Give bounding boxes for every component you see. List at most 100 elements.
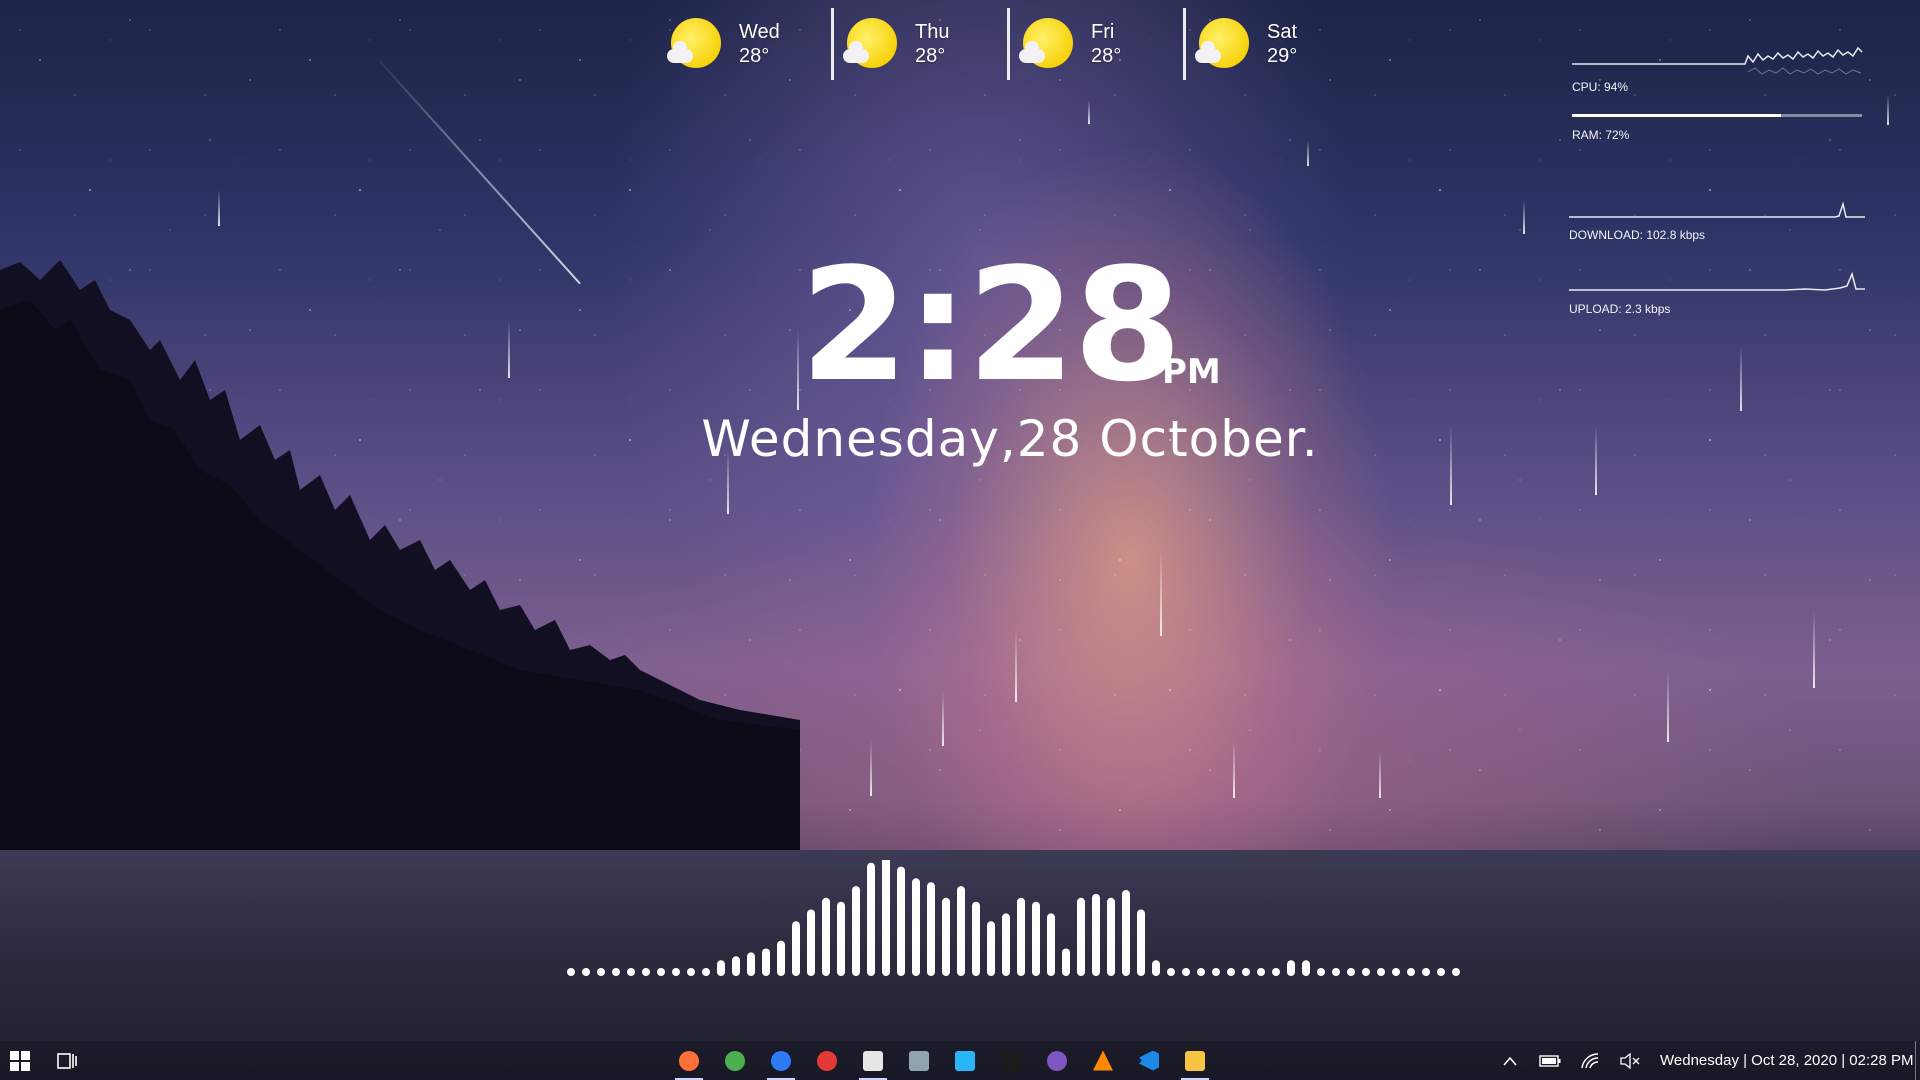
visualizer-bar [1407,968,1415,976]
visualizer-bar [927,882,935,976]
ram-bar [1572,114,1862,117]
calculator-icon [909,1050,929,1071]
battery-icon[interactable] [1530,1041,1570,1080]
visualizer-bar [1452,968,1460,976]
taskbar-app-file-explorer[interactable] [1172,1041,1218,1080]
rain-streak [1233,740,1235,798]
upload-label: UPLOAD: 2.3 kbps [1569,302,1671,316]
clock-ampm: PM [1162,352,1221,392]
notepad-icon [863,1050,883,1071]
rain-streak [870,740,872,796]
visualizer-bar [612,968,620,976]
weather-day-name: Sat [1267,21,1298,43]
visualizer-bar [1257,968,1265,976]
visualizer-bar [942,897,950,976]
download-meter: DOWNLOAD: 102.8 kbps [1565,188,1875,262]
show-desktop-button[interactable] [1915,1041,1920,1080]
weather-forecast: Wed 28° Thu 28° Fri 28° Sat 29° [655,8,1359,80]
bug-gear-icon [817,1050,837,1071]
rain-streak [218,190,220,226]
visualizer-bar [1167,968,1175,976]
visualizer-bar [1062,948,1070,976]
visualizer-bar [672,968,680,976]
visualizer-bar [1242,968,1250,976]
visualizer-bar [582,968,590,976]
weather-day: Wed 28° [655,8,831,80]
visualizer-bar [1212,968,1220,976]
visualizer-bar [1152,960,1160,976]
visualizer-bar [1227,968,1235,976]
visualizer-bar [597,968,605,976]
download-graph [1569,201,1865,218]
taskbar-app-calculator[interactable] [896,1041,942,1080]
visualizer-bar [717,960,725,976]
weather-day-text: Fri 28° [1091,20,1121,68]
visualizer-bar [642,968,650,976]
sun-cloud-icon [1017,13,1079,75]
cpu-label: CPU: 94% [1572,80,1629,94]
taskbar-app-vlc[interactable] [1080,1041,1126,1080]
chevron-up-icon[interactable] [1490,1041,1530,1080]
visualizer-bar [1077,897,1085,976]
taskbar-app-settings-gear[interactable] [804,1041,850,1080]
visualizer-bar [1392,968,1400,976]
weather-day-name: Wed [739,21,780,43]
visualizer-bar [687,968,695,976]
taskbar-app-firefox[interactable] [666,1041,712,1080]
taskbar-app-terminal[interactable] [988,1041,1034,1080]
sun-cloud-icon [841,13,903,75]
visualizer-bar [777,940,785,976]
weather-day-text: Sat 29° [1267,20,1297,68]
taskbar-app-chrome[interactable] [712,1041,758,1080]
weather-day: Sat 29° [1183,8,1359,80]
vlc-icon [1093,1050,1113,1071]
system-monitor: CPU: 94% RAM: 72% DOWNLOAD: 102.8 kbps U… [1565,40,1875,336]
rain-streak [1160,550,1162,636]
visualizer-bar [1092,893,1100,976]
visualizer-bar [957,886,965,976]
visualizer-bar [1302,960,1310,976]
audio-visualizer [567,860,1460,976]
weather-day-temp: 28° [915,45,946,67]
tree-silhouette [0,260,800,890]
upload-graph [1569,271,1865,291]
rain-streak [1813,610,1815,688]
folder-icon [1185,1050,1205,1071]
visualizer-bar [1362,968,1370,976]
taskbar-clock[interactable]: Wednesday | Oct 28, 2020 | 02:28 PM [1660,1052,1914,1069]
weather-day: Fri 28° [1007,8,1183,80]
firefox-nightly-icon [771,1050,791,1071]
system-info-icon [955,1050,975,1071]
visualizer-bar [1347,968,1355,976]
wifi-icon[interactable] [1570,1041,1610,1080]
visualizer-bar [1122,890,1130,976]
taskbar-app-vscode[interactable] [1126,1041,1172,1080]
weather-day-name: Fri [1091,21,1115,43]
rain-streak [1088,100,1090,124]
visualizer-bar [702,968,710,976]
visualizer-bar [657,968,665,976]
ram-meter: RAM: 72% [1565,114,1875,188]
rain-streak [1523,200,1525,234]
visualizer-bar [1377,968,1385,976]
clock-widget: 2:28 PM [800,240,1260,410]
taskbar-app-tor[interactable] [1034,1041,1080,1080]
clock-time: 2:28 [800,234,1182,416]
taskbar-app-firefox-nightly[interactable] [758,1041,804,1080]
visualizer-bar [972,901,980,976]
speaker-muted-icon[interactable] [1610,1041,1650,1080]
task-view-icon[interactable] [56,1051,78,1071]
windows-logo-icon[interactable] [9,1050,31,1072]
vscode-icon [1139,1050,1159,1071]
visualizer-bar [882,860,890,976]
visualizer-bar [837,901,845,976]
visualizer-bar [1437,968,1445,976]
visualizer-bar [567,968,575,976]
system-tray: Wednesday | Oct 28, 2020 | 02:28 PM [1490,1041,1914,1080]
visualizer-bar [627,968,635,976]
upload-meter: UPLOAD: 2.3 kbps [1565,262,1875,336]
visualizer-bar [867,862,875,976]
visualizer-bar [1137,909,1145,976]
taskbar-app-notepad[interactable] [850,1041,896,1080]
taskbar-app-system-info[interactable] [942,1041,988,1080]
